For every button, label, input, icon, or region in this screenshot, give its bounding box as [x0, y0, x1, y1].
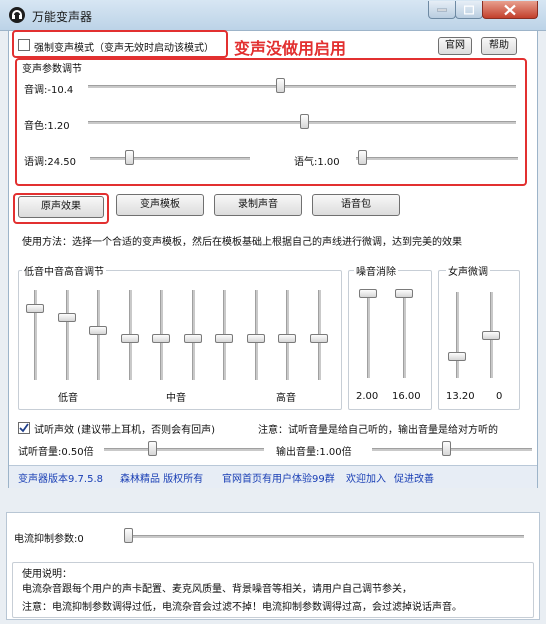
close-button[interactable]	[482, 1, 538, 19]
official-notice-link[interactable]: 官网首页有用户体验99群	[222, 470, 335, 485]
eq-slider-2-track[interactable]	[66, 290, 69, 380]
usage-notes-line1: 电流杂音跟每个用户的声卡配置、麦克风质量、背景噪音等相关，请用户自己调节参关，	[22, 584, 412, 595]
noise-value-1: 2.00	[356, 391, 379, 402]
listen-volume-label: 试听音量:0.50倍	[18, 447, 94, 458]
output-volume-label: 输出音量:1.00倍	[276, 447, 352, 458]
monitor-note: 注意：试听音量是给自己听的，输出音量是给对方听的	[258, 425, 498, 436]
female-value-2: 0	[496, 391, 503, 402]
original-effect-button[interactable]: 原声效果	[18, 196, 104, 218]
minimize-icon	[437, 8, 447, 11]
usage-text: 使用方法：选择一个合适的变声模板，然后在模板基础上根据自己的声线进行微调，达到完…	[22, 237, 462, 248]
annotation-text: 变声没做用启用	[234, 39, 347, 58]
current-suppress-label: 电流抑制参数:0	[14, 534, 84, 545]
speed-slider-track[interactable]	[90, 157, 250, 160]
female-slider-1-track[interactable]	[456, 292, 459, 378]
listen-volume-track[interactable]	[104, 448, 264, 451]
noise-slider-2-thumb[interactable]	[395, 289, 413, 298]
current-suppress-thumb[interactable]	[124, 528, 133, 543]
noise-slider-1-track[interactable]	[367, 292, 370, 378]
eq-slider-8-thumb[interactable]	[247, 334, 265, 343]
improve-link[interactable]: 促进改善	[394, 470, 434, 485]
monitor-label: 试听声效 (建议带上耳机，否则会有回声)	[34, 425, 215, 436]
brand-text: 森林精品 版权所有	[120, 474, 204, 485]
eq-slider-3-thumb[interactable]	[89, 326, 107, 335]
timbre-slider-thumb[interactable]	[300, 114, 309, 129]
eq-slider-5-thumb[interactable]	[152, 334, 170, 343]
usage-notes-line2: 注意：电流抑制参数调得过低，电流杂音会过滤不掉！电流抑制参数调得过高，会过滤掉说…	[22, 602, 462, 613]
strong-mode-checkbox[interactable]	[18, 39, 30, 51]
eq-group-title: 低音中音高音调节	[22, 263, 106, 278]
eq-slider-2-thumb[interactable]	[58, 313, 76, 322]
speed-slider-thumb[interactable]	[125, 150, 134, 165]
eq-slider-7-thumb[interactable]	[215, 334, 233, 343]
eq-high-label: 高音	[276, 393, 296, 404]
checkmark-icon	[19, 423, 29, 433]
output-volume-thumb[interactable]	[442, 441, 451, 456]
join-link[interactable]: 欢迎加入	[346, 470, 386, 485]
usage-notes-title: 使用说明：	[22, 569, 72, 580]
voice-pack-button[interactable]: 语音包	[312, 194, 400, 216]
pitch-slider-thumb[interactable]	[276, 78, 285, 93]
female-slider-1-thumb[interactable]	[448, 352, 466, 361]
eq-slider-6-thumb[interactable]	[184, 334, 202, 343]
female-value-1: 13.20	[446, 391, 475, 402]
record-voice-button[interactable]: 录制声音	[214, 194, 302, 216]
app-logo-icon	[9, 7, 25, 23]
official-site-button[interactable]: 官网	[438, 37, 472, 55]
pitch-label: 音调:-10.4	[24, 85, 74, 96]
pitch-slider-track[interactable]	[88, 85, 516, 88]
minimize-button[interactable]	[428, 1, 456, 19]
help-button[interactable]: 帮助	[481, 37, 517, 55]
tone-label: 语气:1.00	[294, 157, 340, 168]
female-group-title: 女声微调	[446, 263, 490, 278]
eq-slider-10-thumb[interactable]	[310, 334, 328, 343]
maximize-button[interactable]	[455, 1, 483, 19]
timbre-label: 音色:1.20	[24, 121, 70, 132]
tone-slider-track[interactable]	[356, 157, 518, 160]
voice-templates-button[interactable]: 变声模板	[116, 194, 204, 216]
noise-value-2: 16.00	[392, 391, 421, 402]
noise-slider-1-thumb[interactable]	[359, 289, 377, 298]
monitor-checkbox[interactable]	[18, 422, 30, 434]
noise-slider-2-track[interactable]	[403, 292, 406, 378]
current-suppress-track[interactable]	[126, 535, 524, 538]
output-volume-track[interactable]	[372, 448, 532, 451]
tone-slider-thumb[interactable]	[358, 150, 367, 165]
listen-volume-thumb[interactable]	[148, 441, 157, 456]
eq-slider-9-thumb[interactable]	[278, 334, 296, 343]
strong-mode-label: 强制变声模式（变声无效时启动该模式）	[34, 43, 214, 54]
speed-label: 语调:24.50	[24, 157, 76, 168]
maximize-icon	[464, 5, 474, 14]
eq-mid-label: 中音	[166, 393, 186, 404]
eq-low-label: 低音	[58, 393, 78, 404]
eq-slider-3-track[interactable]	[97, 290, 100, 380]
version-text: 变声器版本9.7.5.8	[18, 474, 103, 485]
female-group	[438, 270, 520, 410]
eq-slider-1-thumb[interactable]	[26, 304, 44, 313]
window-title: 万能变声器	[32, 10, 93, 24]
params-group-title: 变声参数调节	[22, 64, 82, 75]
close-icon	[504, 4, 516, 15]
female-slider-2-thumb[interactable]	[482, 331, 500, 340]
eq-slider-4-thumb[interactable]	[121, 334, 139, 343]
noise-group-title: 噪音消除	[354, 263, 398, 278]
